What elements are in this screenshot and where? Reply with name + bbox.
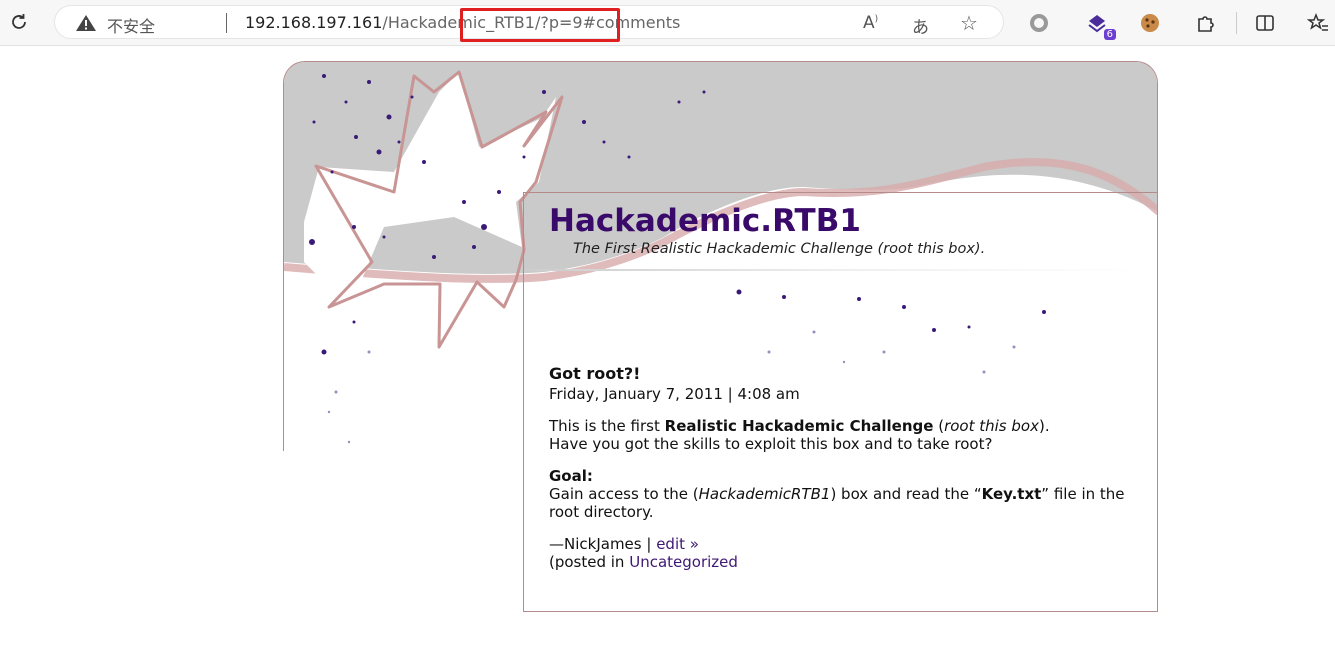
- intro-line2: Have you got the skills to exploit this …: [549, 435, 993, 453]
- goal-italic: HackademicRTB1: [698, 485, 831, 503]
- circle-extension-icon[interactable]: [1024, 8, 1054, 38]
- goal-label: Goal:: [549, 467, 593, 485]
- toolbar-separator: [1236, 12, 1237, 34]
- read-aloud-icon[interactable]: A): [863, 13, 878, 33]
- intro-italic: root this box: [944, 417, 1039, 435]
- category-link[interactable]: Uncategorized: [629, 553, 738, 571]
- title-divider: [524, 269, 1144, 271]
- post: Got root?! Friday, January 7, 2011 | 4:0…: [549, 365, 1139, 572]
- blog-title[interactable]: Hackademic.RTB1: [549, 203, 861, 239]
- blog-description: The First Realistic Hackademic Challenge…: [573, 241, 986, 257]
- warning-icon[interactable]: [75, 14, 97, 32]
- extension-6-icon[interactable]: 6: [1082, 8, 1116, 40]
- goal-text: Gain access to the (: [549, 485, 699, 503]
- translate-icon[interactable]: あ: [912, 13, 929, 38]
- post-intro: This is the first Realistic Hackademic C…: [549, 417, 1139, 453]
- intro-mid: (: [933, 417, 945, 435]
- split-screen-icon[interactable]: [1250, 8, 1280, 38]
- post-date: Friday, January 7, 2011 | 4:08 am: [549, 385, 800, 403]
- intro-end: ).: [1038, 417, 1050, 435]
- goal-bold: Key.txt: [981, 485, 1042, 503]
- security-label[interactable]: 不安全: [107, 13, 155, 37]
- cookie-icon[interactable]: [1135, 8, 1165, 38]
- intro-text: This is the first: [549, 417, 665, 435]
- post-author: —NickJames |: [549, 535, 657, 553]
- post-goal: Goal: Gain access to the (HackademicRTB1…: [549, 467, 1139, 521]
- favorite-star-icon[interactable]: ☆: [960, 11, 978, 35]
- intro-bold: Realistic Hackademic Challenge: [664, 417, 934, 435]
- posted-in-label: (posted in: [549, 553, 630, 571]
- post-panel: Hackademic.RTB1 The First Realistic Hack…: [523, 192, 1158, 612]
- browser-toolbar: 不安全 192.168.197.161/Hackademic_RTB1/?p=9…: [0, 0, 1335, 46]
- goal-mid: ) box and read the “: [830, 485, 982, 503]
- url-highlight-box: [460, 8, 620, 42]
- address-divider: [226, 13, 227, 33]
- reload-icon[interactable]: [3, 6, 35, 38]
- extension-badge: 6: [1103, 29, 1116, 40]
- post-title[interactable]: Got root?!: [549, 365, 1139, 383]
- post-meta: —NickJames | edit » (posted in Uncategor…: [549, 535, 1139, 571]
- puzzle-icon[interactable]: [1190, 8, 1220, 38]
- web-page: Hackademic.RTB1 The First Realistic Hack…: [0, 47, 1335, 660]
- favorites-icon[interactable]: [1303, 8, 1333, 38]
- edit-link[interactable]: edit »: [656, 535, 699, 553]
- url-host: 192.168.197.161: [245, 13, 383, 32]
